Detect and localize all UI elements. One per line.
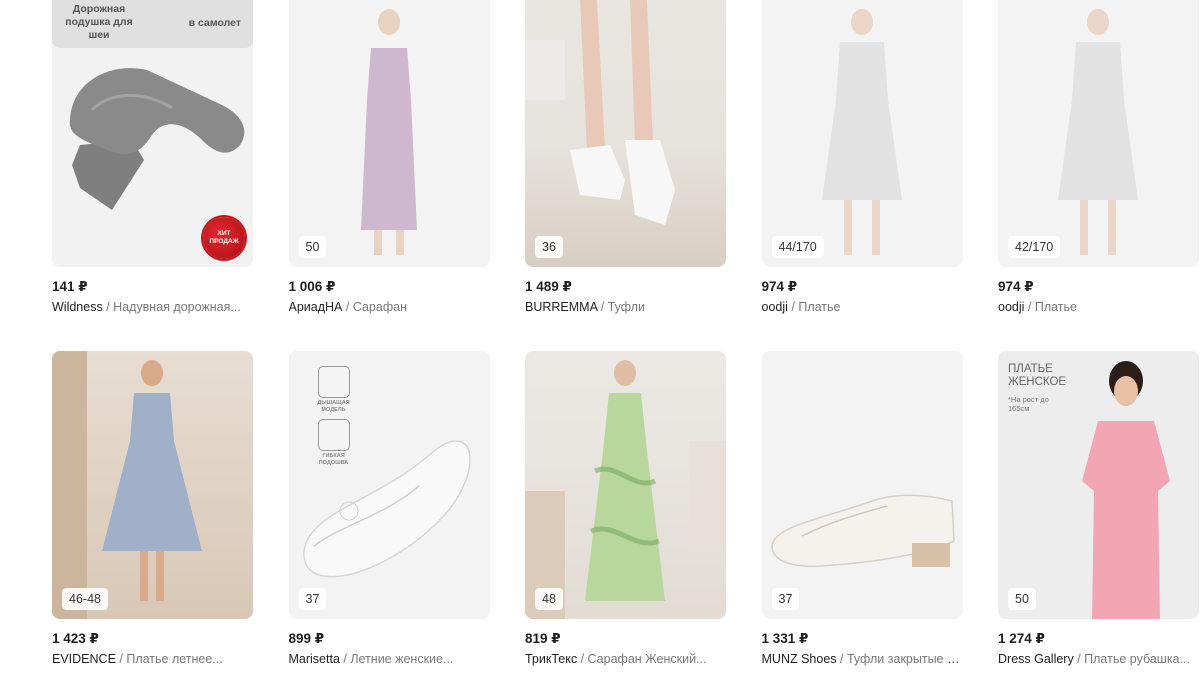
product-brand: oodji — [998, 300, 1025, 314]
title-separator: / — [787, 300, 799, 314]
product-grid-row-2: 46-48 1 423 ₽ EVIDENCE / Платье летнее..… — [52, 351, 1199, 667]
product-price: 1 006 ₽ — [288, 279, 336, 294]
floral-dress-icon — [821, 9, 902, 255]
product-brand: BURREMMA — [525, 300, 598, 314]
product-brand: EVIDENCE — [52, 652, 116, 666]
product-card[interactable]: 46-48 1 423 ₽ EVIDENCE / Платье летнее..… — [52, 351, 253, 667]
title-separator: / — [577, 652, 588, 666]
product-name: Платье рубашка... — [1084, 652, 1190, 666]
title-separator: / — [597, 300, 608, 314]
floral-dress-icon — [1058, 9, 1138, 255]
product-image[interactable]: ПЛАТЬЕ ЖЕНСКОЕ *На рост до 165см 50 — [998, 351, 1199, 619]
pink-shirt-dress-icon — [1082, 361, 1170, 619]
product-price: 819 ₽ — [525, 631, 561, 646]
title-separator: / — [836, 652, 847, 666]
product-price: 1 423 ₽ — [52, 631, 99, 646]
product-brand: Dress Gallery — [998, 652, 1074, 666]
title-separator: / — [1024, 300, 1035, 314]
product-price: 974 ₽ — [761, 279, 798, 294]
white-ballet-flat-icon — [302, 440, 471, 578]
product-name: Надувная дорожная... — [113, 300, 241, 314]
product-brand: Wildness — [52, 300, 103, 314]
product-image[interactable]: 48 — [525, 351, 726, 619]
product-price: 899 ₽ — [288, 631, 325, 646]
size-badge: 36 — [535, 236, 563, 258]
size-badge: 37 — [771, 588, 800, 610]
size-badge: 42/170 — [1008, 236, 1061, 258]
product-name: Платье — [1034, 300, 1077, 314]
lilac-sundress-icon — [360, 9, 417, 255]
product-card[interactable]: ДЫШАЩАЯ МОДЕЛЬ ГИБКАЯ ПОДОШВА 37 899 ₽ M… — [288, 351, 490, 667]
product-name: Сарафан — [352, 300, 407, 314]
product-image[interactable]: 50 — [288, 0, 490, 267]
product-name: Платье — [798, 300, 841, 314]
product-card[interactable]: 42/170 974 ₽ oodji / Платье — [998, 0, 1199, 315]
product-price: 974 ₽ — [998, 279, 1034, 294]
product-image[interactable]: 36 — [525, 0, 726, 267]
product-card[interactable]: 50 1 006 ₽ АриадНА / Сарафан — [288, 0, 490, 315]
title-separator: / — [339, 652, 351, 666]
green-tie-dye-dress-icon — [525, 360, 726, 619]
size-badge: 44/170 — [771, 236, 824, 258]
product-title[interactable]: Wildness / Надувная дорожная... — [52, 299, 253, 315]
white-loafer-icon — [770, 494, 955, 568]
product-image[interactable]: Дорожная подушка для шеи в самолет ХИТ П… — [52, 0, 253, 267]
product-image[interactable]: 46-48 — [52, 351, 253, 619]
product-price: 1 331 ₽ — [761, 631, 809, 646]
product-grid-row-1: Дорожная подушка для шеи в самолет ХИТ П… — [52, 0, 1199, 315]
product-brand: ТрикТекс — [525, 652, 578, 666]
product-price: 1 274 ₽ — [998, 631, 1045, 646]
title-separator: / — [115, 652, 127, 666]
title-separator: / — [342, 300, 353, 314]
size-badge: 50 — [1008, 588, 1036, 610]
white-shoes-on-feet-icon — [525, 0, 675, 225]
title-separator: / — [102, 300, 114, 314]
product-image[interactable]: 44/170 — [761, 0, 963, 267]
product-price: 141 ₽ — [52, 279, 88, 294]
product-card[interactable]: ПЛАТЬЕ ЖЕНСКОЕ *На рост до 165см 50 1 27… — [998, 351, 1199, 667]
size-badge: 46-48 — [62, 588, 108, 610]
product-brand: АриадНА — [288, 300, 343, 314]
product-image[interactable]: 37 — [761, 351, 963, 619]
size-badge: 50 — [298, 236, 327, 258]
product-card[interactable]: 44/170 974 ₽ oodji / Платье — [761, 0, 963, 315]
product-card[interactable]: 48 819 ₽ ТрикТекс / Сарафан Женский... — [525, 351, 726, 667]
product-title[interactable]: Dress Gallery / Платье рубашка... — [998, 651, 1199, 667]
product-name: Платье летнее... — [126, 652, 223, 666]
title-separator: / — [1073, 652, 1085, 666]
product-title[interactable]: АриадНА / Сарафан — [289, 299, 490, 315]
product-title[interactable]: oodji / Платье — [998, 299, 1199, 315]
product-image[interactable]: 42/170 — [998, 0, 1199, 267]
product-title[interactable]: BURREMMA / Туфли — [525, 299, 726, 315]
size-badge: 48 — [535, 588, 563, 610]
blue-striped-dress-icon — [52, 351, 202, 619]
size-badge: 37 — [298, 588, 327, 610]
product-price: 1 489 ₽ — [525, 279, 572, 294]
product-brand: oodji — [761, 300, 788, 314]
product-name: Туфли закрытые с... — [846, 652, 963, 666]
product-card[interactable]: Дорожная подушка для шеи в самолет ХИТ П… — [52, 0, 253, 315]
product-name: Сарафан Женский... — [587, 652, 707, 666]
product-name: Туфли — [607, 300, 645, 314]
product-title[interactable]: ТрикТекс / Сарафан Женский... — [525, 651, 726, 667]
product-image[interactable]: ДЫШАЩАЯ МОДЕЛЬ ГИБКАЯ ПОДОШВА 37 — [288, 351, 490, 619]
product-title[interactable]: EVIDENCE / Платье летнее... — [52, 651, 253, 667]
product-title[interactable]: Marisetta / Летние женские... — [289, 651, 490, 667]
product-brand: Marisetta — [288, 652, 340, 666]
product-card[interactable]: 37 1 331 ₽ MUNZ Shoes / Туфли закрытые с… — [761, 351, 963, 667]
product-card[interactable]: 36 1 489 ₽ BURREMMA / Туфли — [525, 0, 726, 315]
product-title[interactable]: MUNZ Shoes / Туфли закрытые с... — [762, 651, 963, 667]
bestseller-sticker: ХИТ ПРОДАЖ — [203, 217, 245, 259]
product-title[interactable]: oodji / Платье — [762, 299, 963, 315]
product-name: Летние женские... — [350, 652, 454, 666]
product-brand: MUNZ Shoes — [761, 652, 837, 666]
